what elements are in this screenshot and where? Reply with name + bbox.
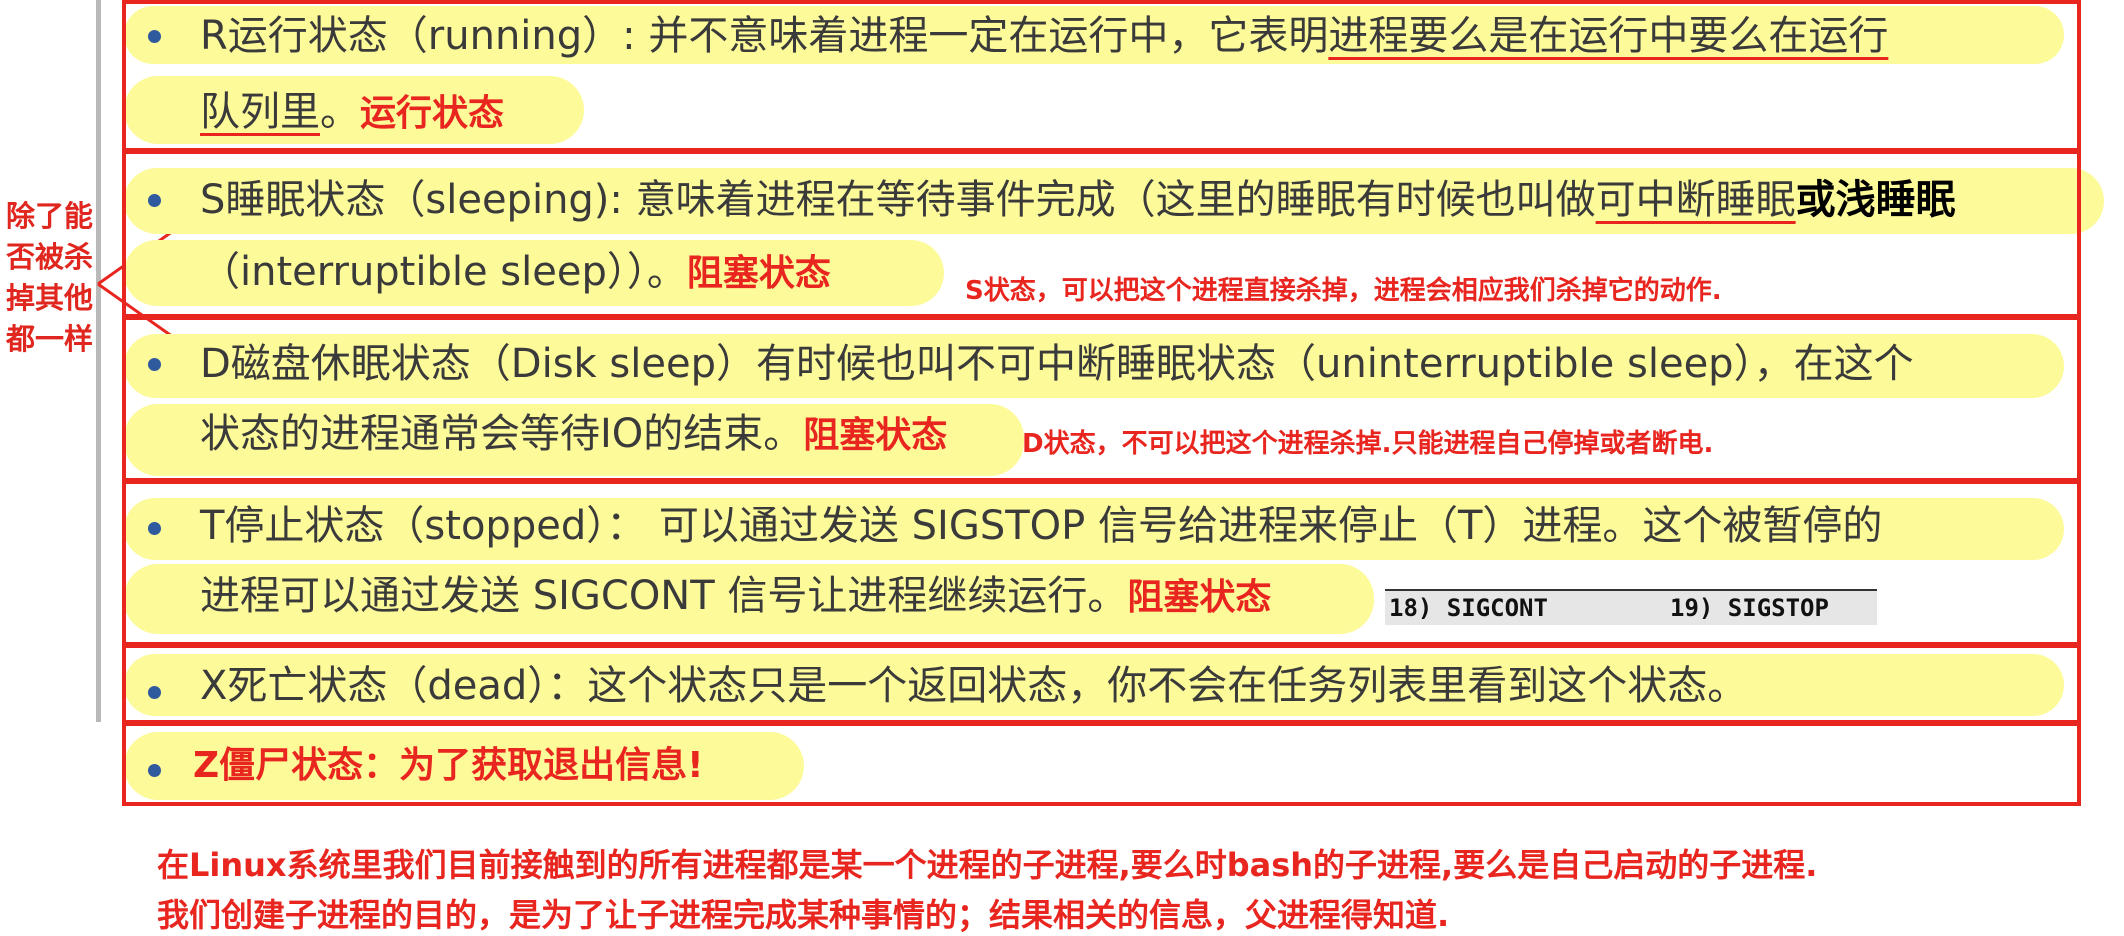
r-state-line1: R运行状态（running）: 并不意味着进程一定在运行中，它表明进程要么是在运…	[200, 10, 1888, 62]
s-state-tag: 阻塞状态	[686, 253, 831, 294]
t-state-line2: 进程可以通过发送 SIGCONT 信号让进程继续运行。阻塞状态	[200, 570, 1271, 624]
r-state-tag: 运行状态	[360, 93, 505, 134]
r-state-underlined-2: 队列里	[200, 89, 320, 135]
t-state-text-2: 进程可以通过发送 SIGCONT 信号让进程继续运行。	[200, 573, 1128, 619]
s-state-note: S状态，可以把这个进程直接杀掉，进程会相应我们杀掉它的动作.	[965, 276, 1722, 306]
footer-line-1: 在Linux系统里我们目前接触到的所有进程都是某一个进程的子进程,要么时bash…	[157, 846, 1818, 884]
r-state-underlined: 进程要么是在运行中要么在运行	[1328, 13, 1889, 59]
bullet	[148, 358, 161, 371]
r-state-period: 。	[320, 89, 360, 135]
bullet	[148, 522, 161, 535]
r-state-text: R运行状态（running）: 并不意味着进程一定在运行中，它表明	[200, 13, 1329, 59]
r-state-line2: 队列里。运行状态	[200, 86, 504, 140]
bullet	[148, 194, 161, 207]
z-state-text: Z僵尸状态：为了获取退出信息!	[193, 745, 704, 786]
d-state-text-2: 状态的进程通常会等待IO的结束。	[200, 411, 804, 457]
signal-sigcont: 18) SIGCONT	[1389, 594, 1548, 622]
bullet	[148, 30, 161, 43]
d-state-tag: 阻塞状态	[803, 415, 948, 456]
d-state-note: D状态，不可以把这个进程杀掉.只能进程自己停掉或者断电.	[1022, 429, 1714, 459]
footer-line-2: 我们创建子进程的目的，是为了让子进程完成某种事情的；结果相关的信息，父进程得知道…	[157, 896, 1450, 934]
d-state-text: D磁盘休眠状态（Disk sleep）有时候也叫不可中断睡眠状态（uninter…	[200, 341, 1914, 387]
signal-reference: 18) SIGCONT 19) SIGSTOP	[1385, 589, 1877, 625]
side-note-line: 除了能	[6, 199, 94, 233]
t-state-line1: T停止状态（stopped）： 可以通过发送 SIGSTOP 信号给进程来停止（…	[200, 500, 1882, 552]
s-state-line1: S睡眠状态（sleeping): 意味着进程在等待事件完成（这里的睡眠有时候也叫…	[200, 174, 1956, 226]
side-note-line: 否被杀	[6, 240, 94, 274]
side-note-line: 掉其他	[6, 281, 94, 315]
s-state-underlined: 可中断睡眠	[1595, 177, 1796, 223]
z-state-line1: Z僵尸状态：为了获取退出信息!	[193, 740, 704, 792]
side-note-line: 都一样	[6, 322, 94, 356]
bullet	[148, 686, 161, 699]
s-state-bold: 或浅睡眠	[1795, 177, 1956, 223]
d-state-line1: D磁盘休眠状态（Disk sleep）有时候也叫不可中断睡眠状态（uninter…	[200, 338, 1914, 390]
d-state-line2: 状态的进程通常会等待IO的结束。阻塞状态	[200, 408, 947, 462]
t-state-text: T停止状态（stopped）： 可以通过发送 SIGSTOP 信号给进程来停止（…	[200, 503, 1883, 549]
side-note: 除了能 否被杀 掉其他 都一样	[6, 196, 102, 360]
t-state-tag: 阻塞状态	[1127, 577, 1272, 618]
x-state-line1: X死亡状态（dead）：这个状态只是一个返回状态，你不会在任务列表里看到这个状态…	[200, 660, 1747, 712]
s-state-text-2: （interruptible sleep））。	[200, 249, 687, 295]
s-state-line2: （interruptible sleep））。阻塞状态	[200, 246, 831, 300]
left-margin-bar	[96, 0, 101, 722]
bullet	[148, 764, 161, 777]
s-state-text: S睡眠状态（sleeping): 意味着进程在等待事件完成（这里的睡眠有时候也叫…	[200, 177, 1596, 223]
x-state-text: X死亡状态（dead）：这个状态只是一个返回状态，你不会在任务列表里看到这个状态…	[200, 663, 1748, 709]
signal-sigstop: 19) SIGSTOP	[1670, 594, 1829, 622]
